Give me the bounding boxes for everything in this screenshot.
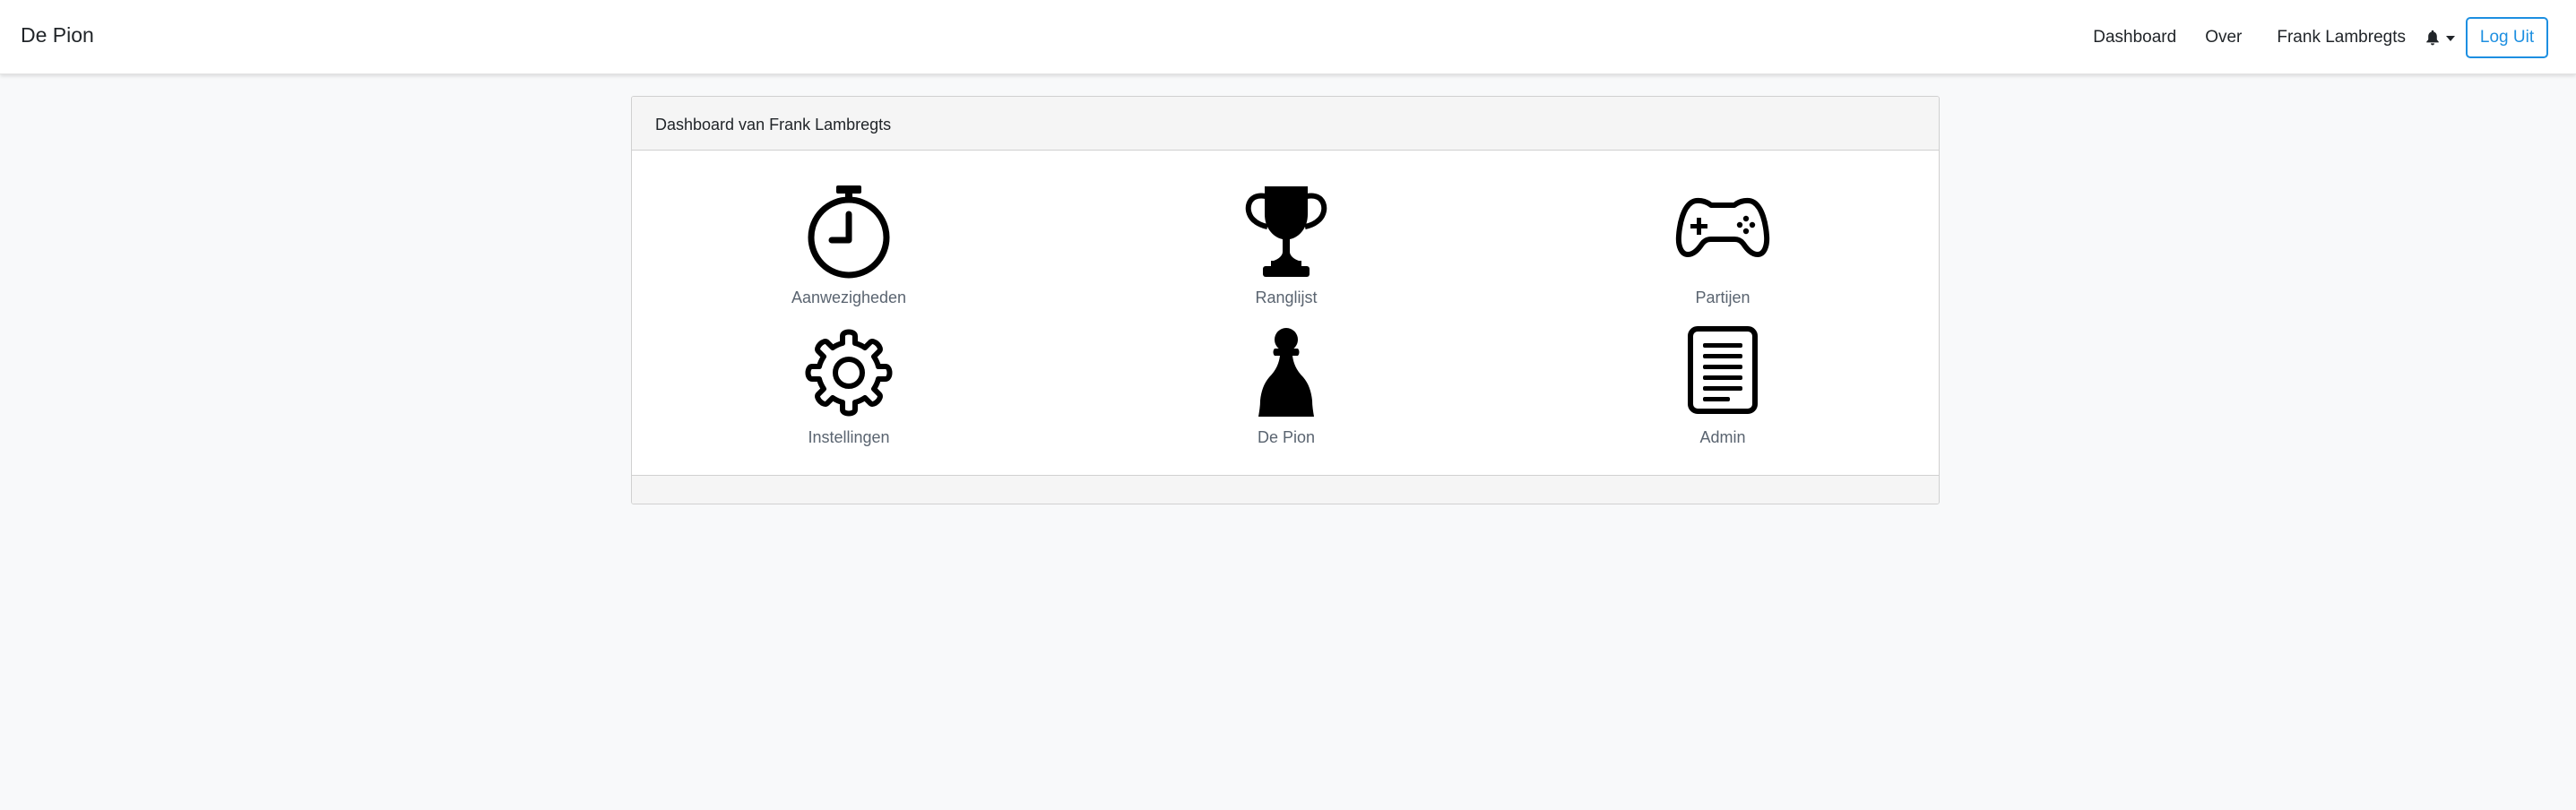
tile-label-de-pion: De Pion [1257, 428, 1316, 446]
top-navbar: De Pion Dashboard Over Frank Lambregts L… [0, 0, 2576, 74]
trophy-icon [1237, 184, 1336, 282]
card-title: Dashboard van Frank Lambregts [655, 116, 892, 134]
chess-pawn-icon [1237, 323, 1336, 422]
nav-over-link[interactable]: Over [2205, 27, 2242, 48]
tile-aanwezigheden[interactable]: Aanwezigheden [714, 184, 983, 318]
dashboard-card: Dashboard van Frank Lambregts Aanwezighe… [631, 96, 1940, 504]
nav-dashboard-link[interactable]: Dashboard [2093, 27, 2176, 48]
tile-label-aanwezigheden: Aanwezigheden [791, 289, 907, 306]
brand-link[interactable]: De Pion [21, 22, 94, 48]
tile-instellingen[interactable]: Instellingen [714, 323, 983, 458]
tile-label-partijen: Partijen [1695, 289, 1750, 306]
tile-label-ranglijst: Ranglijst [1255, 289, 1318, 306]
card-footer [632, 475, 1939, 504]
chevron-down-icon [2446, 35, 2455, 41]
navbar-right: Dashboard Over Frank Lambregts Log Uit [2093, 0, 2548, 74]
gear-icon [800, 323, 898, 422]
bell-icon [2425, 30, 2440, 46]
tile-de-pion[interactable]: De Pion [1152, 323, 1421, 458]
notifications-dropdown[interactable] [2425, 30, 2455, 46]
tile-admin[interactable]: Admin [1588, 323, 1857, 458]
tile-partijen[interactable]: Partijen [1588, 184, 1857, 318]
tile-label-instellingen: Instellingen [808, 428, 890, 446]
document-icon [1673, 323, 1772, 422]
logout-button[interactable]: Log Uit [2466, 16, 2548, 58]
stopwatch-icon [800, 184, 898, 282]
tile-ranglijst[interactable]: Ranglijst [1152, 184, 1421, 318]
nav-user-link[interactable]: Frank Lambregts [2277, 27, 2406, 48]
gamepad-icon [1673, 184, 1772, 282]
tile-label-admin: Admin [1699, 428, 1746, 446]
card-header: Dashboard van Frank Lambregts [632, 97, 1939, 151]
